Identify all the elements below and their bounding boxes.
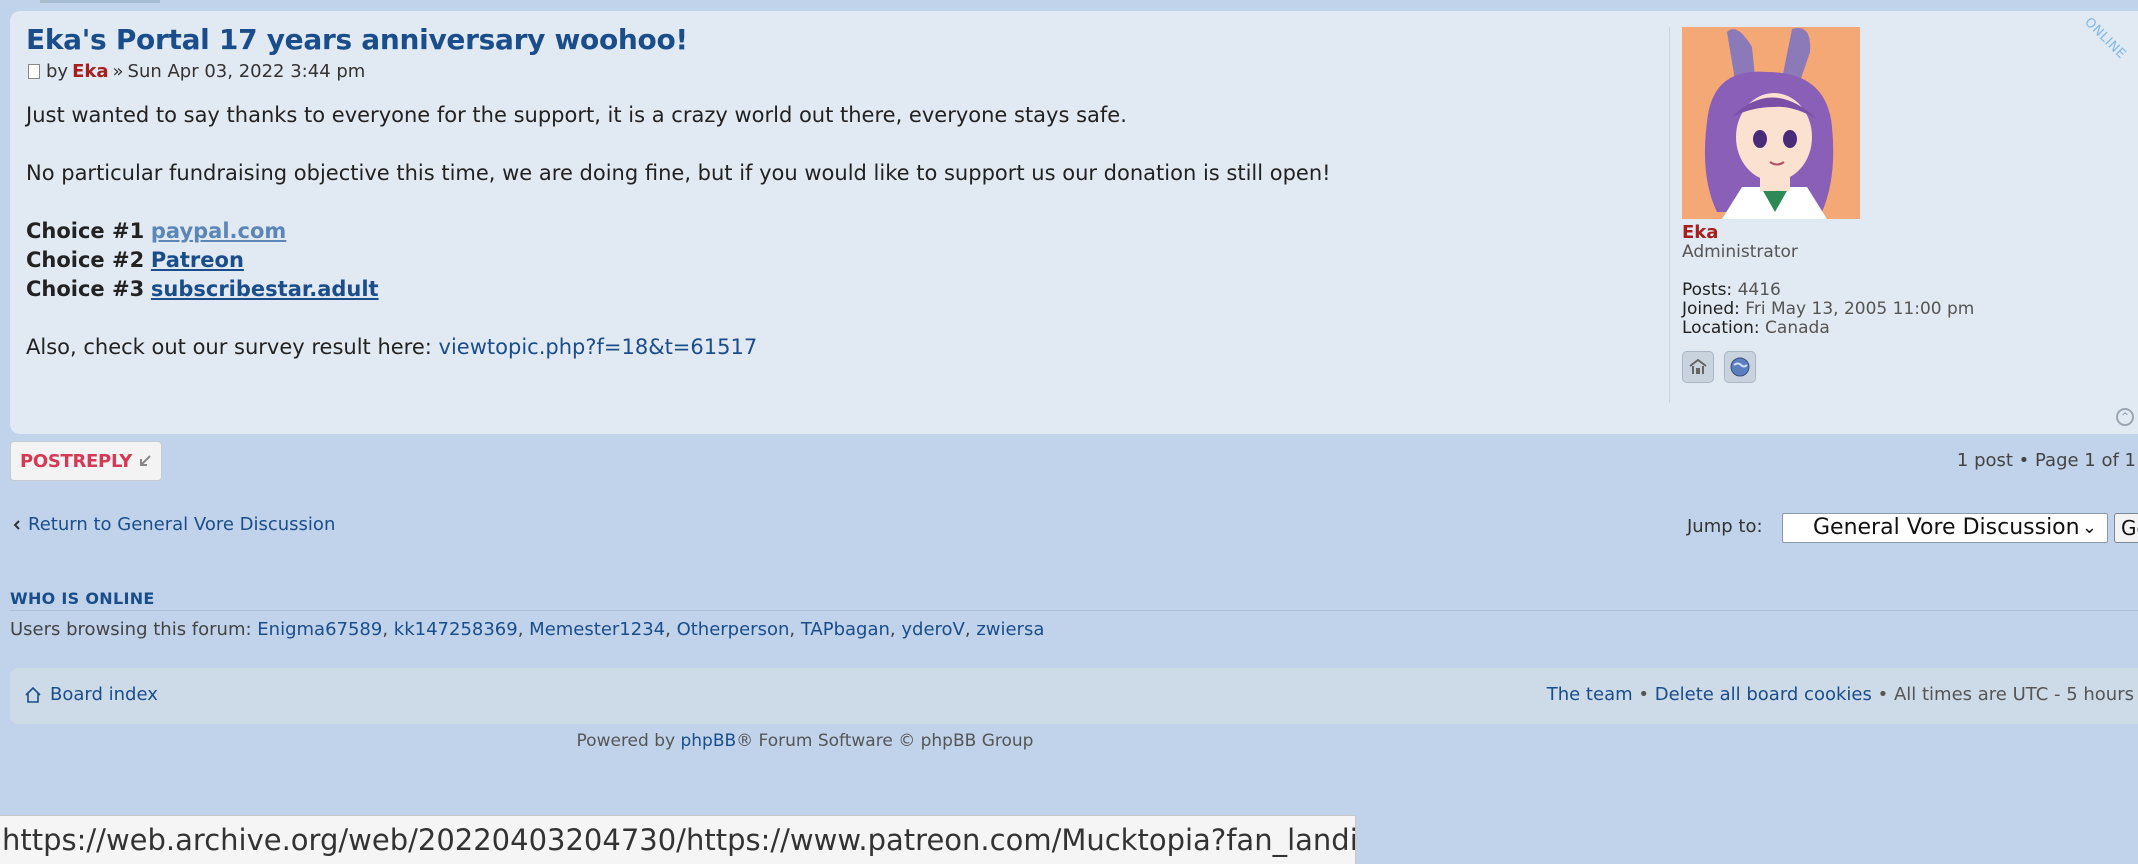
survey-line: Also, check out our survey result here: …	[26, 333, 1626, 362]
profile-divider	[1669, 27, 1670, 403]
top-divider	[40, 0, 160, 3]
location-value: Canada	[1765, 318, 1830, 338]
post-title[interactable]: Eka's Portal 17 years anniversary woohoo…	[26, 23, 688, 56]
online-user-link[interactable]: yderoV	[901, 619, 964, 640]
subscribestar-link[interactable]: subscribestar.adult	[151, 277, 379, 301]
footer-navbar: Board index The team • Delete all board …	[10, 668, 2138, 724]
globe-icon[interactable]	[1724, 351, 1756, 383]
online-users: Users browsing this forum: Enigma67589, …	[10, 619, 1045, 640]
post-paragraph-1: Just wanted to say thanks to everyone fo…	[26, 103, 1127, 127]
choice-label: Choice #2	[26, 248, 145, 272]
return-link[interactable]: Return to General Vore Discussion	[12, 514, 335, 535]
powered-prefix: Powered by	[576, 731, 676, 751]
posts-label: Posts:	[1682, 280, 1733, 300]
online-user-link[interactable]: zwiersa	[976, 619, 1044, 640]
go-button[interactable]: Go	[2114, 513, 2138, 543]
jump-to-label: Jump to:	[1687, 516, 1763, 537]
separator: •	[1877, 684, 1889, 705]
post-author[interactable]: Eka	[72, 61, 108, 82]
jump-to-select[interactable]: General Vore Discussion ⌄	[1782, 513, 2108, 543]
chevron-left-icon	[13, 519, 20, 530]
chevron-down-icon: ⌄	[2081, 517, 2097, 538]
powered-by: Powered by phpBB® Forum Software © phpBB…	[0, 731, 1610, 751]
avatar	[1682, 27, 1860, 219]
board-index-link[interactable]: Board index	[24, 684, 158, 705]
location-label: Location:	[1682, 318, 1760, 338]
phpbb-link[interactable]: phpBB	[680, 731, 736, 751]
online-users-prefix: Users browsing this forum:	[10, 619, 252, 640]
profile-details: Eka Administrator Posts: 4416 Joined: Fr…	[1682, 223, 1974, 338]
post-reply-label: POSTREPLY	[19, 450, 133, 472]
post-paragraph-2: No particular fundraising objective this…	[26, 161, 1331, 185]
meta-by: by	[46, 61, 69, 82]
home-icon	[25, 686, 41, 703]
pagination-info: 1 post • Page 1 of 1	[1956, 450, 2136, 471]
team-link[interactable]: The team	[1547, 684, 1633, 705]
joined-label: Joined:	[1682, 299, 1740, 319]
posts-value: 4416	[1737, 280, 1781, 300]
separator: •	[1638, 684, 1649, 705]
post-content: Just wanted to say thanks to everyone fo…	[26, 101, 1626, 391]
divider	[10, 610, 2138, 611]
post-reply-button[interactable]: POSTREPLY	[10, 441, 162, 481]
profile-posts: Posts: 4416	[1682, 281, 1974, 300]
post: Eka's Portal 17 years anniversary woohoo…	[10, 11, 2138, 434]
powered-suffix: ® Forum Software © phpBB Group	[736, 731, 1034, 751]
online-user-link[interactable]: Otherperson	[677, 619, 790, 640]
survey-link[interactable]: viewtopic.php?f=18&t=61517	[439, 335, 758, 359]
jump-selected-value: General Vore Discussion	[1813, 515, 2080, 540]
choice-label: Choice #1	[26, 219, 145, 243]
choices-block: Choice #1 paypal.com Choice #2 Patreon C…	[26, 217, 1626, 304]
joined-value: Fri May 13, 2005 11:00 pm	[1745, 299, 1975, 319]
profile-username[interactable]: Eka	[1682, 222, 1718, 243]
paypal-link[interactable]: paypal.com	[151, 219, 286, 243]
post-date: Sun Apr 03, 2022 3:44 pm	[127, 61, 366, 82]
who-is-online-heading: WHO IS ONLINE	[10, 589, 155, 608]
avatar-image	[1682, 27, 1860, 219]
browser-status-bar: https://web.archive.org/web/202204032047…	[0, 815, 1356, 864]
back-to-top-icon[interactable]: ^	[2116, 408, 2134, 426]
online-user-link[interactable]: TAPbagan	[801, 619, 890, 640]
meta-separator: »	[112, 61, 124, 82]
delete-cookies-link[interactable]: Delete all board cookies	[1655, 684, 1872, 705]
board-index-label: Board index	[50, 684, 158, 705]
choice-label: Choice #3	[26, 277, 145, 301]
survey-text: Also, check out our survey result here:	[26, 335, 432, 359]
patreon-link[interactable]: Patreon	[151, 248, 244, 272]
profile-location: Location: Canada	[1682, 319, 1974, 338]
timezone-text: All times are UTC - 5 hours	[1893, 684, 2134, 705]
online-status: ONLINE	[2081, 14, 2129, 63]
website-icon[interactable]	[1682, 351, 1714, 383]
profile-rank: Administrator	[1682, 242, 1798, 262]
footer-links: The team • Delete all board cookies • Al…	[1547, 684, 2134, 705]
online-ribbon: ONLINE	[2058, 11, 2138, 91]
post-icon[interactable]	[28, 64, 40, 79]
profile-joined: Joined: Fri May 13, 2005 11:00 pm	[1682, 300, 1974, 319]
online-user-link[interactable]: Memester1234	[529, 619, 665, 640]
online-user-link[interactable]: Enigma67589	[257, 619, 382, 640]
contact-icons	[1682, 351, 1756, 383]
online-user-link[interactable]: kk147258369	[394, 619, 518, 640]
post-meta: by Eka » Sun Apr 03, 2022 3:44 pm	[28, 61, 365, 82]
reply-arrow-icon	[140, 455, 151, 466]
return-label: Return to General Vore Discussion	[28, 514, 336, 535]
